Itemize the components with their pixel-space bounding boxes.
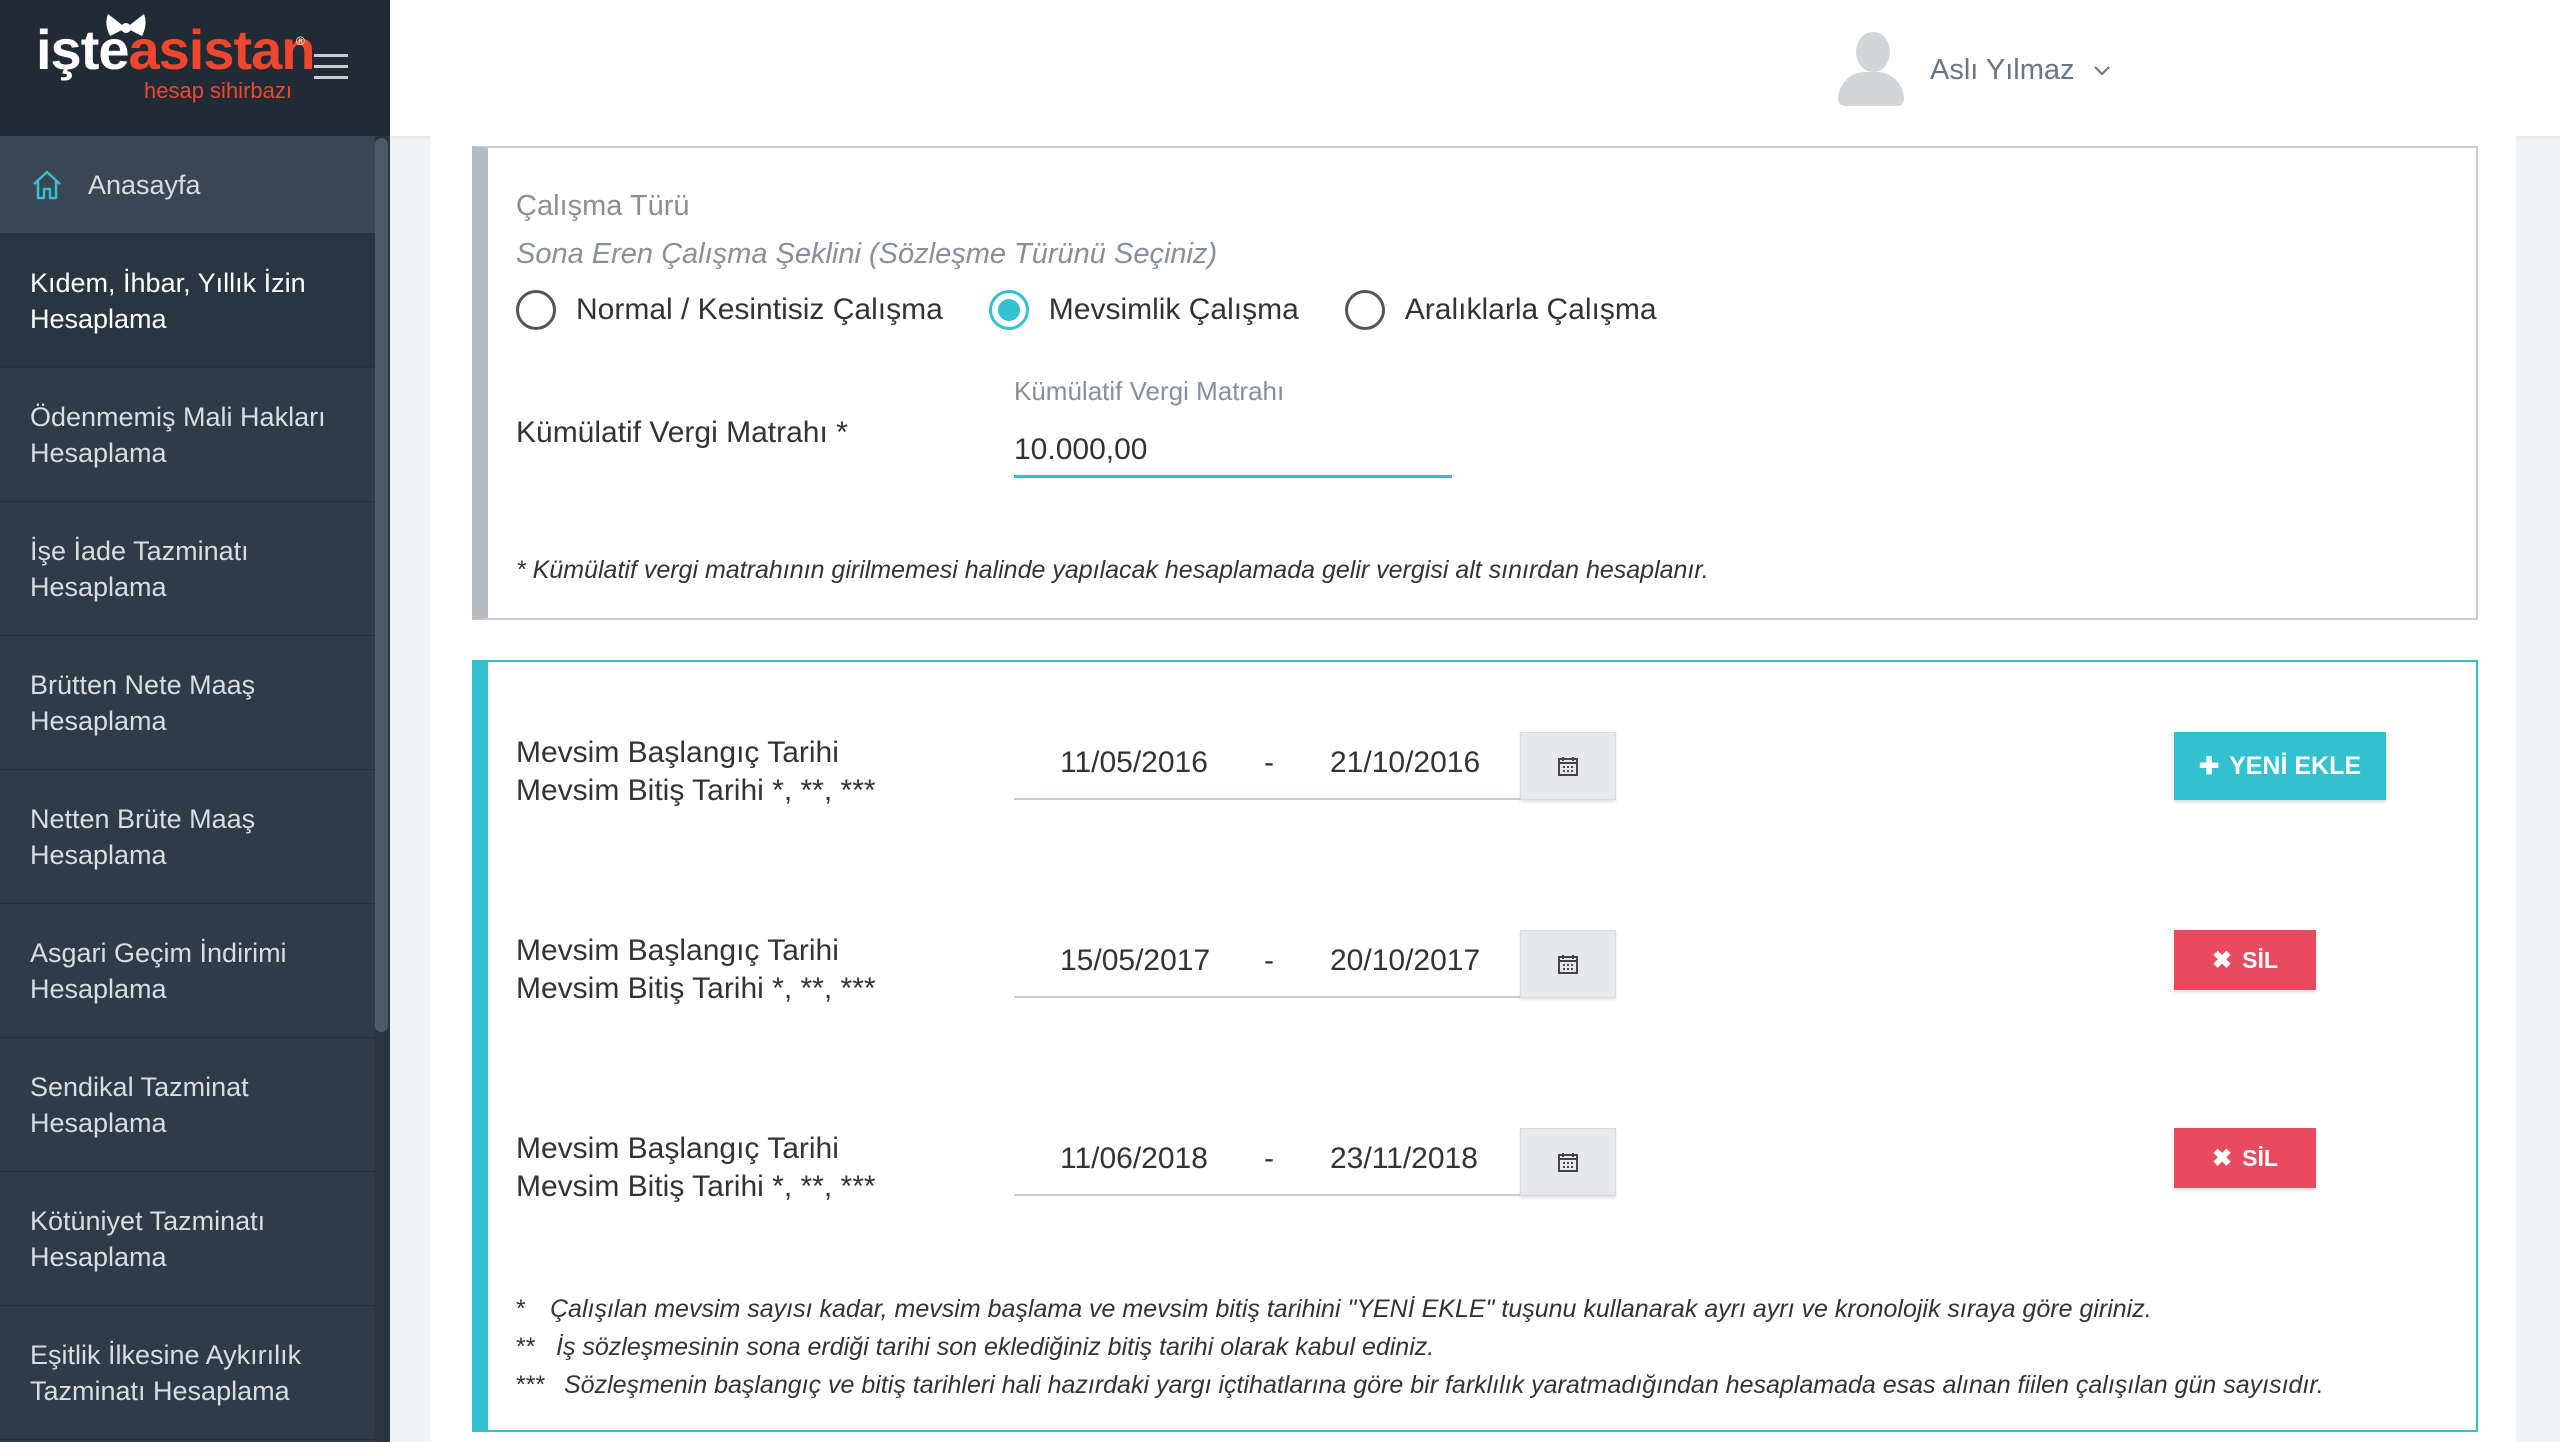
radio-mevsimlik[interactable]: Mevsimlik Çalışma: [988, 290, 1299, 330]
season-start-label: Mevsim Başlangıç Tarihi: [516, 1132, 839, 1165]
times-icon: ✖: [2212, 1144, 2233, 1172]
sidebar-item-home[interactable]: Anasayfa: [0, 136, 375, 234]
sidebar-item-ise-iade[interactable]: İşe İade Tazminatı Hesaplama: [0, 502, 375, 636]
season-end-date[interactable]: 20/10/2017: [1330, 944, 1480, 978]
work-type-radio-group: Normal / Kesintisiz Çalışma Mevsimlik Ça…: [516, 290, 1703, 330]
sidebar-item-brutten-nete[interactable]: Brütten Nete Maaş Hesaplama: [0, 636, 375, 770]
times-icon: ✖: [2212, 946, 2233, 974]
radio-circle-checked[interactable]: [988, 290, 1029, 330]
season-end-label: Mevsim Bitiş Tarihi *, **, ***: [516, 774, 876, 807]
tax-base-label: Kümülatif Vergi Matrahı *: [516, 416, 848, 449]
user-name: Aslı Yılmaz: [1930, 53, 2075, 86]
plus-icon: ✚: [2198, 752, 2220, 780]
date-separator: -: [1264, 746, 1274, 779]
sidebar-item-esitlik[interactable]: Eşitlik İlkesine Aykırılık Tazminatı Hes…: [0, 1306, 375, 1440]
note-line: ** İş sözleşmesinin sona erdiği tarihi so…: [516, 1328, 2324, 1366]
season-end-date[interactable]: 21/10/2016: [1330, 746, 1480, 780]
sidebar-item-netten-brute[interactable]: Netten Brüte Maaş Hesaplama: [0, 770, 375, 904]
delete-season-button[interactable]: ✖ SİL: [2174, 930, 2316, 990]
calendar-button[interactable]: [1520, 732, 1616, 800]
delete-season-label: SİL: [2242, 1144, 2278, 1171]
sidebar-item-asgari-gecim[interactable]: Asgari Geçim İndirimi Hesaplama: [0, 904, 375, 1038]
season-start-label: Mevsim Başlangıç Tarihi: [516, 736, 839, 769]
top-header: [390, 0, 2560, 136]
season-date-range: 11/06/2018 - 23/11/2018: [1014, 1128, 1616, 1196]
note-mark: *: [516, 1295, 526, 1323]
date-separator: -: [1264, 944, 1274, 977]
season-date-range: 15/05/2017 - 20/10/2017: [1014, 930, 1616, 998]
sidebar-item-label: Eşitlik İlkesine Aykırılık Tazminatı Hes…: [30, 1339, 302, 1406]
calendar-icon: [1558, 757, 1578, 776]
note-mark: ***: [516, 1371, 546, 1399]
season-label: Mevsim Başlangıç Tarihi Mevsim Bitiş Tar…: [516, 1130, 876, 1206]
section-title: Çalışma Türü: [516, 190, 690, 222]
sidebar-item-label: Netten Brüte Maaş Hesaplama: [30, 803, 256, 870]
logo-tagline: hesap sihirbazı: [144, 78, 292, 103]
season-label: Mevsim Başlangıç Tarihi Mevsim Bitiş Tar…: [516, 932, 876, 1008]
calendar-icon: [1558, 955, 1578, 974]
season-start-date[interactable]: 15/05/2017: [1060, 944, 1210, 978]
sidebar-item-sendikal[interactable]: Sendikal Tazminat Hesaplama: [0, 1038, 375, 1172]
sidebar-item-label: İşe İade Tazminatı Hesaplama: [30, 535, 249, 602]
logo[interactable]: işteasistan ® hesap sihirbazı: [0, 0, 390, 136]
sidebar-item-label: Kötüniyet Tazminatı Hesaplama: [30, 1205, 266, 1272]
tax-base-note: * Kümülatif vergi matrahının girilmemesi…: [516, 556, 1709, 584]
season-end-label: Mevsim Bitiş Tarihi *, **, ***: [516, 972, 876, 1005]
delete-season-button[interactable]: ✖ SİL: [2174, 1128, 2316, 1188]
sidebar-item-label: Asgari Geçim İndirimi Hesaplama: [30, 937, 287, 1004]
calendar-button[interactable]: [1520, 930, 1616, 998]
radio-circle[interactable]: [1344, 290, 1385, 330]
calendar-button[interactable]: [1520, 1128, 1616, 1196]
hamburger-icon[interactable]: [314, 54, 348, 80]
season-end-date[interactable]: 23/11/2018: [1330, 1142, 1478, 1176]
season-end-label: Mevsim Bitiş Tarihi *, **, ***: [516, 1170, 876, 1203]
note-text: Sözleşmenin başlangıç ve bitiş tarihleri…: [564, 1371, 2324, 1399]
tax-base-floating-label: Kümülatif Vergi Matrahı: [1014, 376, 1285, 406]
radio-araliklarla[interactable]: Aralıklarla Çalışma: [1344, 290, 1657, 330]
season-start-date[interactable]: 11/06/2018: [1060, 1142, 1208, 1176]
logo-text: işteasistan: [36, 18, 316, 81]
sidebar-item-kotuniyet[interactable]: Kötüniyet Tazminatı Hesaplama: [0, 1172, 375, 1306]
sidebar-scrollbar[interactable]: [375, 138, 388, 1032]
user-menu[interactable]: Aslı Yılmaz: [1836, 30, 2111, 110]
delete-season-label: SİL: [2242, 946, 2278, 973]
radio-normal[interactable]: Normal / Kesintisiz Çalışma: [516, 290, 943, 330]
tax-base-input[interactable]: [1014, 424, 1452, 478]
season-start-date[interactable]: 11/05/2016: [1060, 746, 1208, 780]
season-label: Mevsim Başlangıç Tarihi Mevsim Bitiş Tar…: [516, 734, 876, 810]
sidebar-item-odenmemis[interactable]: Ödenmemiş Mali Hakları Hesaplama: [0, 368, 375, 502]
sidebar-item-label: Brütten Nete Maaş Hesaplama: [30, 669, 256, 736]
note-line: * Çalışılan mevsim sayısı kadar, mevsim b…: [516, 1290, 2324, 1328]
date-separator: -: [1264, 1142, 1274, 1175]
note-line: *** Sözleşmenin başlangıç ve bitiş tarihl…: [516, 1366, 2324, 1404]
radio-circle[interactable]: [516, 290, 556, 330]
radio-label: Normal / Kesintisiz Çalışma: [576, 293, 943, 326]
calendar-icon: [1558, 1153, 1578, 1172]
section-subtitle: Sona Eren Çalışma Şeklini (Sözleşme Türü…: [516, 238, 1218, 270]
sidebar-item-label: Sendikal Tazminat Hesaplama: [30, 1071, 249, 1138]
season-start-label: Mevsim Başlangıç Tarihi: [516, 934, 839, 967]
note-text: Çalışılan mevsim sayısı kadar, mevsim ba…: [550, 1295, 2152, 1323]
sidebar-item-label: Kıdem, İhbar, Yıllık İzin Hesaplama: [30, 267, 306, 334]
sidebar-item-label: Ödenmemiş Mali Hakları Hesaplama: [30, 401, 326, 468]
season-notes: * Çalışılan mevsim sayısı kadar, mevsim b…: [516, 1290, 2324, 1404]
radio-label: Mevsimlik Çalışma: [1048, 293, 1299, 326]
chevron-down-icon: [2093, 66, 2110, 76]
sidebar-item-label: Anasayfa: [88, 169, 201, 200]
sidebar-nav: Anasayfa Kıdem, İhbar, Yıllık İzin Hesap…: [0, 136, 390, 1440]
logo-registered: ®: [296, 34, 305, 48]
avatar: [1836, 30, 1908, 110]
note-mark: **: [516, 1333, 536, 1361]
add-season-button[interactable]: ✚ YENİ EKLE: [2174, 732, 2386, 800]
home-icon: [33, 170, 61, 199]
add-season-label: YENİ EKLE: [2229, 751, 2362, 780]
note-text: İş sözleşmesinin sona erdiği tarihi son …: [556, 1333, 1435, 1361]
work-type-panel: [472, 146, 2478, 620]
sidebar: işteasistan ® hesap sihirbazı Anasayfa K…: [0, 0, 390, 1442]
sidebar-item-kidem[interactable]: Kıdem, İhbar, Yıllık İzin Hesaplama: [0, 234, 390, 368]
radio-label: Aralıklarla Çalışma: [1404, 293, 1657, 326]
season-date-range: 11/05/2016 - 21/10/2016: [1014, 732, 1616, 800]
